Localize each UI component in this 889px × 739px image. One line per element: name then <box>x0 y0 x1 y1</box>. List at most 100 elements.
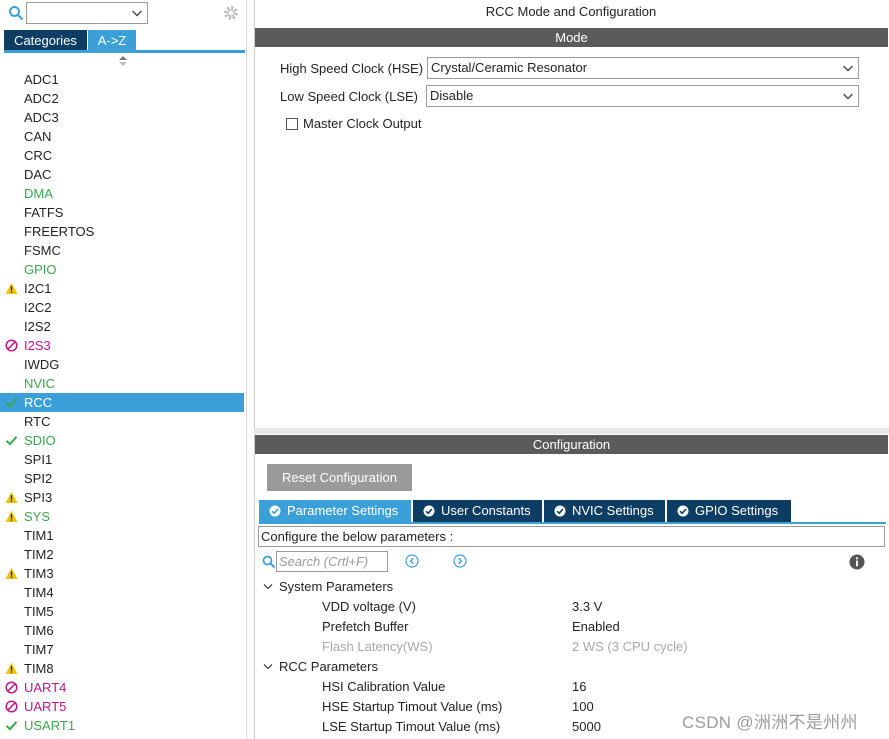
peripheral-item-tim7[interactable]: TIM7 <box>0 640 244 659</box>
peripheral-label: FATFS <box>24 205 64 220</box>
warning-icon <box>5 282 18 294</box>
peripheral-item-tim2[interactable]: TIM2 <box>0 545 244 564</box>
next-match-icon[interactable] <box>453 554 467 568</box>
peripheral-item-rtc[interactable]: RTC <box>0 412 244 431</box>
peripheral-item-gpio[interactable]: GPIO <box>0 260 244 279</box>
peripheral-label: SPI1 <box>24 452 53 467</box>
check-circle-icon <box>423 505 435 517</box>
hse-select[interactable]: Crystal/Ceramic Resonator <box>427 57 859 79</box>
tab-parameter-settings[interactable]: Parameter Settings <box>259 500 411 522</box>
peripheral-item-freertos[interactable]: FREERTOS <box>0 222 244 241</box>
check-icon <box>5 721 18 731</box>
gear-icon[interactable] <box>222 4 240 22</box>
tab-label: GPIO Settings <box>695 503 779 518</box>
peripheral-item-crc[interactable]: CRC <box>0 146 244 165</box>
peripheral-label: TIM2 <box>24 547 54 562</box>
peripheral-item-tim5[interactable]: TIM5 <box>0 602 244 621</box>
peripheral-panel: Categories A->Z ADC1 ADC2 ADC3 CAN CRC DAC DMA… <box>0 0 247 739</box>
tab-underline <box>259 522 886 524</box>
peripheral-item-i2c2[interactable]: I2C2 <box>0 298 244 317</box>
tab-underline <box>4 50 245 53</box>
peripheral-item-i2c1[interactable]: I2C1 <box>0 279 244 298</box>
peripheral-item-iwdg[interactable]: IWDG <box>0 355 244 374</box>
peripheral-item-tim8[interactable]: TIM8 <box>0 659 244 678</box>
tab-categories[interactable]: Categories <box>4 30 87 51</box>
param-value[interactable]: 16 <box>572 679 586 694</box>
peripheral-item-adc3[interactable]: ADC3 <box>0 108 244 127</box>
peripheral-item-fatfs[interactable]: FATFS <box>0 203 244 222</box>
chevron-down-icon[interactable] <box>131 7 143 19</box>
check-icon <box>5 398 18 408</box>
mode-panel: RCC Mode and Configuration Mode High Spe… <box>254 0 889 430</box>
peripheral-item-tim3[interactable]: TIM3 <box>0 564 244 583</box>
chevron-down-icon[interactable] <box>263 663 273 671</box>
peripheral-item-uart5[interactable]: UART5 <box>0 697 244 716</box>
peripheral-label: RCC <box>24 395 53 410</box>
search-icon[interactable] <box>262 555 276 569</box>
info-icon[interactable] <box>849 554 865 570</box>
peripheral-item-spi3[interactable]: SPI3 <box>0 488 244 507</box>
parameter-search-input[interactable]: Search (Crtl+F) <box>276 551 388 572</box>
peripheral-item-tim6[interactable]: TIM6 <box>0 621 244 640</box>
param-value[interactable]: 5000 <box>572 719 601 734</box>
peripheral-label: TIM7 <box>24 642 54 657</box>
peripheral-label: ADC2 <box>24 91 59 106</box>
check-circle-icon <box>269 505 281 517</box>
peripheral-item-tim1[interactable]: TIM1 <box>0 526 244 545</box>
peripheral-label: ADC3 <box>24 110 59 125</box>
param-value[interactable]: Enabled <box>572 619 620 634</box>
group-rcc-parameters[interactable]: RCC Parameters <box>263 659 378 674</box>
peripheral-item-tim4[interactable]: TIM4 <box>0 583 244 602</box>
tab-gpio-settings[interactable]: GPIO Settings <box>667 500 791 522</box>
sort-icon[interactable] <box>118 55 128 67</box>
previous-match-icon[interactable] <box>405 554 419 568</box>
peripheral-item-sdio[interactable]: SDIO <box>0 431 244 450</box>
search-icon[interactable] <box>8 5 24 21</box>
lse-select[interactable]: Disable <box>426 85 859 107</box>
peripheral-label: I2C2 <box>24 300 52 315</box>
chevron-down-icon[interactable] <box>842 90 854 102</box>
peripheral-item-sys[interactable]: SYS <box>0 507 244 526</box>
tab-user-constants[interactable]: User Constants <box>413 500 542 522</box>
peripheral-search-combo[interactable] <box>26 2 148 24</box>
peripheral-item-can[interactable]: CAN <box>0 127 244 146</box>
peripheral-list: ADC1 ADC2 ADC3 CAN CRC DAC DMA FATFS FREERTOS FSM… <box>0 70 244 735</box>
peripheral-item-i2s2[interactable]: I2S2 <box>0 317 244 336</box>
param-value[interactable]: 100 <box>572 699 594 714</box>
peripheral-item-i2s3[interactable]: I2S3 <box>0 336 244 355</box>
peripheral-item-adc2[interactable]: ADC2 <box>0 89 244 108</box>
param-label: Prefetch Buffer <box>322 619 409 634</box>
peripheral-item-nvic[interactable]: NVIC <box>0 374 244 393</box>
page-title: RCC Mode and Configuration <box>485 4 657 19</box>
peripheral-label: CRC <box>24 148 53 163</box>
master-clock-output-label: Master Clock Output <box>303 116 422 131</box>
chevron-down-icon[interactable] <box>842 62 854 74</box>
peripheral-label: FSMC <box>24 243 61 258</box>
peripheral-label: I2S3 <box>24 338 51 353</box>
peripheral-item-fsmc[interactable]: FSMC <box>0 241 244 260</box>
group-system-parameters[interactable]: System Parameters <box>263 579 393 594</box>
peripheral-item-dac[interactable]: DAC <box>0 165 244 184</box>
tab-label: NVIC Settings <box>572 503 654 518</box>
tab-a-z[interactable]: A->Z <box>88 30 136 51</box>
group-title: RCC Parameters <box>279 659 378 674</box>
master-clock-output-checkbox[interactable] <box>286 118 298 130</box>
peripheral-label: SDIO <box>24 433 56 448</box>
peripheral-item-spi1[interactable]: SPI1 <box>0 450 244 469</box>
peripheral-item-usart1[interactable]: USART1 <box>0 716 244 735</box>
peripheral-item-spi2[interactable]: SPI2 <box>0 469 244 488</box>
peripheral-item-dma[interactable]: DMA <box>0 184 244 203</box>
peripheral-label: NVIC <box>24 376 56 391</box>
peripheral-label: TIM1 <box>24 528 54 543</box>
peripheral-item-adc1[interactable]: ADC1 <box>0 70 244 89</box>
chevron-down-icon[interactable] <box>263 583 273 591</box>
peripheral-label: TIM5 <box>24 604 54 619</box>
check-circle-icon <box>677 505 689 517</box>
mode-header: Mode <box>255 28 888 47</box>
peripheral-item-uart4[interactable]: UART4 <box>0 678 244 697</box>
param-value[interactable]: 3.3 V <box>572 599 602 614</box>
peripheral-item-rcc[interactable]: RCC <box>0 393 244 412</box>
reset-configuration-button[interactable]: Reset Configuration <box>267 464 412 491</box>
tab-nvic-settings[interactable]: NVIC Settings <box>544 500 665 522</box>
param-label: Flash Latency(WS) <box>322 639 433 654</box>
